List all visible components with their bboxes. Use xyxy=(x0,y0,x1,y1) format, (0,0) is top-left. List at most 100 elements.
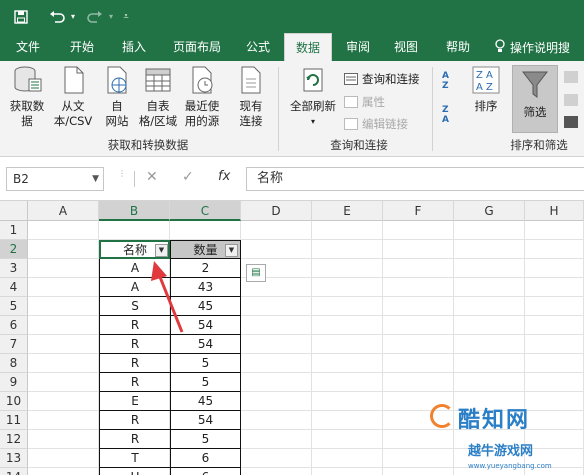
table-cell-qty[interactable]: 45 xyxy=(170,297,241,316)
advanced-filter-icon[interactable] xyxy=(564,116,578,128)
table-cell-name[interactable]: R xyxy=(99,354,170,373)
insert-function-icon[interactable]: fx xyxy=(218,169,230,184)
table-header-qty[interactable]: 数量 ▼ xyxy=(170,240,241,259)
from-csv-button[interactable]: 从文 本/CSV xyxy=(50,65,96,129)
redo-icon[interactable] xyxy=(84,0,106,33)
edit-links-button[interactable]: 编辑链接 xyxy=(344,116,408,132)
tab-home[interactable]: 开始 xyxy=(60,33,104,61)
tab-data[interactable]: 数据 xyxy=(284,33,332,62)
undo-icon[interactable] xyxy=(46,0,68,33)
tab-insert[interactable]: 插入 xyxy=(112,33,156,61)
text-file-icon xyxy=(64,66,84,94)
table-cell-qty[interactable]: 54 xyxy=(170,411,241,430)
row-header-5[interactable]: 5 xyxy=(0,297,28,316)
refresh-all-button[interactable]: 全部刷新 ▾ xyxy=(284,65,342,129)
tab-help[interactable]: 帮助 xyxy=(436,33,480,61)
column-header-g[interactable]: G xyxy=(454,201,525,221)
table-cell-name[interactable]: S xyxy=(99,297,170,316)
table-cell-name[interactable]: R xyxy=(99,430,170,449)
column-header-a[interactable]: A xyxy=(28,201,99,221)
table-cell-name[interactable]: R xyxy=(99,411,170,430)
row-header-9[interactable]: 9 xyxy=(0,373,28,392)
group-queries-label: 查询和连接 xyxy=(330,138,388,152)
filter-button[interactable]: 筛选 xyxy=(512,65,558,133)
tab-formulas[interactable]: 公式 xyxy=(236,33,280,61)
table-header-name[interactable]: 名称 ▼ xyxy=(99,240,170,259)
tab-page-layout[interactable]: 页面布局 xyxy=(166,33,228,61)
redo-dropdown-icon[interactable]: ▾ xyxy=(106,0,116,33)
row-header-11[interactable]: 11 xyxy=(0,411,28,430)
clear-filter-icon[interactable] xyxy=(564,71,578,83)
column-header-e[interactable]: E xyxy=(312,201,383,221)
row-header-7[interactable]: 7 xyxy=(0,335,28,354)
column-header-h[interactable]: H xyxy=(525,201,584,221)
from-table-button[interactable]: 自表 格/区域 xyxy=(136,65,180,129)
table-cell-name[interactable]: A xyxy=(99,259,170,278)
table-cell-qty[interactable]: 5 xyxy=(170,430,241,449)
table-cell-qty[interactable]: 5 xyxy=(170,373,241,392)
table-cell-qty[interactable]: 6 xyxy=(170,449,241,468)
table-cell-qty[interactable]: 45 xyxy=(170,392,241,411)
table-cell-name[interactable]: R xyxy=(99,316,170,335)
table-cell-qty[interactable]: 5 xyxy=(170,354,241,373)
row-header-12[interactable]: 12 xyxy=(0,430,28,449)
recent-sources-button[interactable]: 最近使 用的源 xyxy=(180,65,224,129)
chevron-down-icon[interactable]: ▼ xyxy=(92,168,99,190)
row-header-4[interactable]: 4 xyxy=(0,278,28,297)
row-header-6[interactable]: 6 xyxy=(0,316,28,335)
save-icon[interactable] xyxy=(12,0,30,33)
select-all-corner[interactable] xyxy=(0,201,28,221)
table-cell-qty[interactable]: 2 xyxy=(170,259,241,278)
name-box[interactable]: B2 ▼ xyxy=(6,167,104,191)
reapply-filter-icon[interactable] xyxy=(564,94,578,106)
existing-connections-button[interactable]: 现有 连接 xyxy=(234,65,268,129)
table-cell-qty[interactable]: 43 xyxy=(170,278,241,297)
column-header-c[interactable]: C xyxy=(170,201,241,221)
table-icon xyxy=(145,68,171,92)
table-cell-name-text: U xyxy=(131,470,140,475)
column-header-f[interactable]: F xyxy=(383,201,454,221)
table-cell-qty-text: 43 xyxy=(197,280,214,294)
table-cell-qty[interactable]: 54 xyxy=(170,335,241,354)
sort-za-icon[interactable]: ZA xyxy=(442,105,458,127)
tab-file[interactable]: 文件 xyxy=(6,33,50,61)
table-cell-qty[interactable]: 6 xyxy=(170,468,241,475)
row-header-10[interactable]: 10 xyxy=(0,392,28,411)
table-cell-name[interactable]: R xyxy=(99,335,170,354)
queries-connections-button[interactable]: 查询和连接 xyxy=(344,71,420,87)
get-data-button[interactable]: 获取数 据 xyxy=(6,65,48,129)
table-cell-name-text: R xyxy=(130,375,140,389)
column-header-b[interactable]: B xyxy=(99,201,170,221)
customize-icon[interactable]: ⩡ xyxy=(120,0,132,33)
row-header-13[interactable]: 13 xyxy=(0,449,28,468)
table-cell-name[interactable]: E xyxy=(99,392,170,411)
ribbon-data: 获取数 据 从文 本/CSV 自 网站 自表 格/区域 最近使 用的源 现有 连… xyxy=(0,61,584,157)
table-cell-name[interactable]: U xyxy=(99,468,170,475)
refresh-dropdown-icon[interactable]: ▾ xyxy=(311,114,315,129)
table-cell-qty[interactable]: 54 xyxy=(170,316,241,335)
sort-az-icon[interactable]: AZ xyxy=(442,71,458,93)
row-header-8[interactable]: 8 xyxy=(0,354,28,373)
row-header-3[interactable]: 3 xyxy=(0,259,28,278)
quick-analysis-icon[interactable]: ▤ xyxy=(246,264,266,282)
table-cell-name[interactable]: T xyxy=(99,449,170,468)
filter-dropdown-icon[interactable]: ▼ xyxy=(155,244,168,257)
table-cell-name[interactable]: A xyxy=(99,278,170,297)
resize-handle-icon[interactable]: ⋮ xyxy=(118,170,126,178)
filter-dropdown-icon[interactable]: ▼ xyxy=(225,244,238,257)
tab-review[interactable]: 审阅 xyxy=(336,33,380,61)
table-cell-name[interactable]: R xyxy=(99,373,170,392)
row-header-14[interactable]: 14 xyxy=(0,468,28,475)
undo-dropdown-icon[interactable]: ▾ xyxy=(68,0,78,33)
enter-icon[interactable]: ✓ xyxy=(182,169,194,185)
from-web-button[interactable]: 自 网站 xyxy=(100,65,134,129)
properties-button[interactable]: 属性 xyxy=(344,94,385,110)
row-header-1[interactable]: 1 xyxy=(0,221,28,240)
sort-button[interactable]: Z AA Z 排序 xyxy=(466,65,506,114)
help-search[interactable]: 操作说明搜 xyxy=(494,33,584,61)
row-header-2[interactable]: 2 xyxy=(0,240,28,259)
cancel-icon[interactable]: ✕ xyxy=(146,169,158,185)
formula-input[interactable]: 名称 xyxy=(246,167,584,191)
column-header-d[interactable]: D xyxy=(241,201,312,221)
tab-view[interactable]: 视图 xyxy=(384,33,428,61)
